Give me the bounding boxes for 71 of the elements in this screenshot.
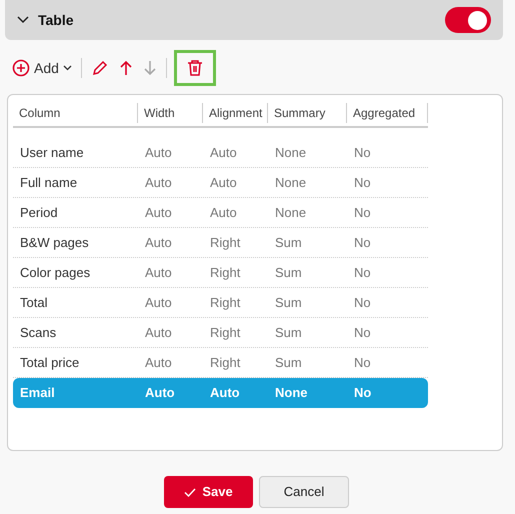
table-cell-text: No: [353, 354, 372, 372]
table-cell-text: Auto: [144, 384, 176, 402]
table-cell-text: Total price: [19, 354, 80, 372]
table-cell-text: Full name: [19, 174, 78, 192]
table-row[interactable]: Color pages Auto Right Sum No: [13, 258, 428, 288]
down-arrow-icon: [142, 59, 157, 77]
plus-circle-icon: [12, 59, 30, 77]
table-row[interactable]: B&W pages Auto Right Sum No: [13, 228, 428, 258]
section-title: Table: [38, 10, 75, 30]
table-cell-text: Right: [209, 234, 242, 252]
table-cell-text: Sum: [274, 354, 303, 372]
table-cell-text: Auto: [144, 234, 173, 252]
table-cell-text: Auto: [209, 174, 238, 192]
column-header[interactable]: Column: [13, 103, 138, 123]
column-header[interactable]: Summary: [268, 103, 347, 123]
up-arrow-icon: [118, 59, 133, 77]
table-cell-text: Total: [19, 294, 48, 312]
save-button[interactable]: Save: [164, 476, 253, 508]
table-cell-text: User name: [19, 144, 85, 162]
table-row[interactable]: Period Auto Auto None No: [13, 198, 428, 228]
table-cell-text: Auto: [209, 144, 238, 162]
table-cell-text: None: [274, 384, 308, 402]
table-row[interactable]: Scans Auto Right Sum No: [13, 318, 428, 348]
table-cell-text: Sum: [274, 264, 303, 282]
table-cell-text: Right: [209, 264, 242, 282]
table-cell-text: Auto: [144, 324, 173, 342]
table-cell-text: No: [353, 264, 372, 282]
table-cell-text: B&W pages: [19, 234, 90, 252]
add-button[interactable]: Add: [10, 50, 74, 86]
table-cell-text: Auto: [144, 354, 173, 372]
table-cell-text: Right: [209, 294, 242, 312]
caret-icon: [62, 65, 72, 71]
check-icon: [184, 488, 196, 496]
table-cell-text: None: [274, 144, 308, 162]
table-cell-text: Scans: [19, 324, 58, 342]
table-cell-text: Sum: [274, 234, 303, 252]
table-cell-text: No: [353, 324, 372, 342]
table-cell-text: Auto: [209, 204, 238, 222]
table-cell-text: Auto: [209, 384, 241, 402]
column-header[interactable]: Alignment: [203, 103, 268, 123]
table-cell-text: Auto: [144, 174, 173, 192]
table-cell-text: None: [274, 174, 308, 192]
toggle-switch[interactable]: [445, 7, 491, 33]
table-row[interactable]: Total Auto Right Sum No: [13, 288, 428, 318]
trash-icon: [186, 59, 203, 77]
delete-button[interactable]: [174, 50, 216, 86]
table-cell-text: Period: [19, 204, 59, 222]
section-header[interactable]: Table: [5, 0, 503, 40]
table-cell-text: No: [353, 234, 372, 252]
pencil-icon: [90, 59, 109, 77]
table-cell-text: No: [353, 144, 372, 162]
table-cell-text: Sum: [274, 324, 303, 342]
cancel-button[interactable]: Cancel: [259, 476, 349, 508]
table-row[interactable]: User name Auto Auto None No: [13, 138, 428, 168]
table-row[interactable]: Full name Auto Auto None No: [13, 168, 428, 198]
table-cell-text: No: [353, 204, 372, 222]
table-cell-text: Auto: [144, 294, 173, 312]
table-cell-text: Sum: [274, 294, 303, 312]
table-cell-text: Auto: [144, 204, 173, 222]
table-cell-text: Auto: [144, 264, 173, 282]
table-cell-text: Email: [19, 384, 56, 402]
table-cell-text: Right: [209, 324, 242, 342]
table-cell-text: No: [353, 294, 372, 312]
table-cell-text: No: [353, 174, 372, 192]
table-cell-text: None: [274, 204, 308, 222]
table-cell-text: Right: [209, 354, 242, 372]
column-header[interactable]: Width: [138, 103, 203, 123]
table-cell-text: Auto: [144, 144, 173, 162]
table-cell-text: No: [353, 384, 372, 402]
column-header[interactable]: Aggregated: [347, 103, 428, 123]
table-cell-text: Color pages: [19, 264, 92, 282]
